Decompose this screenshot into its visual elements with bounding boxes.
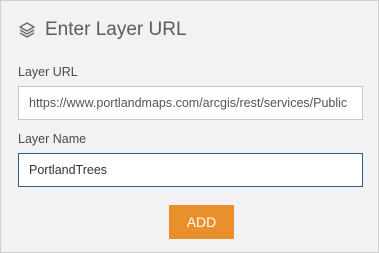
- layer-name-label: Layer Name: [18, 132, 87, 146]
- layer-url-input[interactable]: [18, 86, 363, 120]
- add-button[interactable]: ADD: [169, 205, 234, 239]
- enter-layer-url-panel: Enter Layer URL Layer URL Layer Name ADD: [0, 0, 379, 253]
- panel-header: Enter Layer URL: [18, 19, 187, 41]
- layer-name-input[interactable]: [18, 153, 363, 187]
- layers-icon: [18, 21, 36, 39]
- panel-title: Enter Layer URL: [45, 19, 187, 40]
- layer-url-label: Layer URL: [18, 65, 78, 79]
